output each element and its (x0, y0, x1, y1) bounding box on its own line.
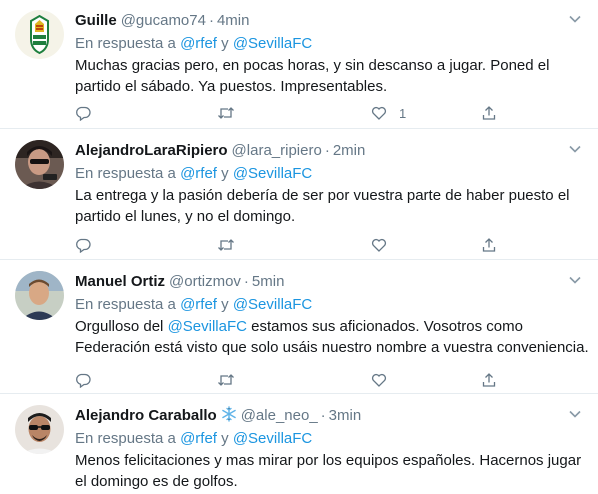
timestamp[interactable]: 4min (217, 12, 250, 29)
author-name[interactable]: Manuel Ortiz (75, 273, 165, 290)
tweet-text: Muchas gracias pero, en pocas horas, y s… (75, 55, 585, 97)
avatar[interactable] (15, 271, 64, 320)
like-count: 1 (399, 105, 407, 121)
tweet-text-line: Muchas gracias pero, en pocas horas, y s… (75, 57, 550, 74)
chevron-down-icon[interactable] (568, 407, 582, 421)
avatar[interactable] (15, 10, 64, 59)
tweet-text: Orgulloso del @SevillaFC estamos sus afi… (75, 316, 589, 358)
reply-button[interactable] (75, 235, 91, 255)
mention-link[interactable]: @SevillaFC (233, 430, 312, 447)
author-handle[interactable]: @lara_ripiero (232, 142, 322, 159)
tweet-text-line: partido el lunes, y no el domingo. (75, 208, 296, 225)
reply-prefix: En respuesta a (75, 296, 176, 313)
tweet[interactable]: Guille @gucamo74 · 4min En respuesta a @rfe… (0, 0, 598, 129)
avatar[interactable] (15, 140, 64, 189)
reply-icon (76, 106, 91, 121)
like-button[interactable] (371, 235, 399, 255)
tweet-actions (75, 235, 505, 255)
like-icon (371, 373, 387, 387)
separator-dot: · (208, 12, 214, 29)
tweet-text-line: La entrega y la pasión debería de ser po… (75, 187, 570, 204)
tweet[interactable]: Alejandro Caraballo @ale_neo_ · 3min En res… (0, 395, 598, 494)
timestamp[interactable]: 5min (252, 273, 285, 290)
author-handle[interactable]: @ortizmov (169, 273, 241, 290)
like-icon (371, 238, 387, 252)
chevron-down-icon[interactable] (568, 12, 582, 26)
avatar[interactable] (15, 405, 64, 454)
snowflake-icon (221, 406, 236, 422)
reply-context: En respuesta a @rfef y @SevillaFC (75, 429, 312, 449)
mention-link[interactable]: @rfef (180, 165, 217, 182)
share-button[interactable] (481, 235, 497, 255)
reply-context: En respuesta a @rfef y @SevillaFC (75, 295, 312, 315)
tweet-text-line: partido el sábado. Ya puestos. Impresent… (75, 78, 388, 95)
separator-dot: · (320, 407, 326, 424)
reply-icon (76, 373, 91, 388)
tweet-text: La entrega y la pasión debería de ser po… (75, 185, 585, 227)
mention-link[interactable]: @rfef (180, 430, 217, 447)
reply-conjunction: y (221, 165, 229, 182)
tweet-text-segment: estamos sus aficionados. Vosotros como (246, 318, 523, 335)
retweet-button[interactable] (217, 370, 235, 390)
retweet-button[interactable] (217, 103, 235, 123)
share-button[interactable] (481, 103, 497, 123)
tweet-text-segment: Orgulloso del (75, 318, 168, 335)
author-name[interactable]: Guille (75, 12, 117, 29)
mention-link[interactable]: @SevillaFC (233, 165, 312, 182)
tweet-text-line: Federación está visto que solo usáis nue… (75, 339, 589, 356)
retweet-button[interactable] (217, 235, 235, 255)
separator-dot: · (324, 142, 330, 159)
reply-prefix: En respuesta a (75, 430, 176, 447)
reply-conjunction: y (221, 296, 229, 313)
author-name[interactable]: AlejandroLaraRipiero (75, 142, 228, 159)
tweet[interactable]: Manuel Ortiz @ortizmov · 5min En respuesta … (0, 261, 598, 394)
reply-prefix: En respuesta a (75, 35, 176, 52)
reply-button[interactable] (75, 370, 91, 390)
mention-link[interactable]: @SevillaFC (168, 318, 247, 335)
reply-prefix: En respuesta a (75, 165, 176, 182)
author-handle[interactable]: @gucamo74 (121, 12, 206, 29)
tweet-text-line: Orgulloso del @SevillaFC estamos sus afi… (75, 316, 585, 337)
reply-context: En respuesta a @rfef y @SevillaFC (75, 34, 312, 54)
timestamp[interactable]: 2min (333, 142, 366, 159)
author-handle[interactable]: @ale_neo_ (241, 407, 318, 424)
like-button[interactable] (371, 370, 399, 390)
tweet-actions (75, 370, 505, 390)
separator-dot: · (243, 273, 249, 290)
mention-link[interactable]: @SevillaFC (233, 35, 312, 52)
retweet-icon (218, 107, 234, 119)
tweet-text-line: el domingo es de golfos. (75, 473, 238, 490)
reply-icon (76, 238, 91, 253)
mention-link[interactable]: @rfef (180, 296, 217, 313)
author-name[interactable]: Alejandro Caraballo (75, 407, 217, 424)
reply-conjunction: y (221, 35, 229, 52)
tweet-text: Menos felicitaciones y mas mirar por los… (75, 450, 585, 492)
share-icon (482, 106, 496, 120)
retweet-icon (218, 239, 234, 251)
tweet-actions: 1 (75, 103, 505, 123)
reply-button[interactable] (75, 103, 91, 123)
timestamp[interactable]: 3min (329, 407, 362, 424)
tweet-text-line: Menos felicitaciones y mas mirar por los… (75, 452, 582, 469)
chevron-down-icon[interactable] (568, 142, 582, 156)
tweet-feed: Guille @gucamo74 · 4min En respuesta a @rfe… (0, 0, 598, 494)
like-icon (371, 106, 387, 120)
mention-link[interactable]: @SevillaFC (233, 296, 312, 313)
chevron-down-icon[interactable] (568, 273, 582, 287)
retweet-icon (218, 374, 234, 386)
share-icon (482, 373, 496, 387)
reply-context: En respuesta a @rfef y @SevillaFC (75, 164, 312, 184)
like-button[interactable]: 1 (371, 103, 406, 123)
mention-link[interactable]: @rfef (180, 35, 217, 52)
share-button[interactable] (481, 370, 497, 390)
tweet[interactable]: AlejandroLaraRipiero @lara_ripiero · 2min E… (0, 130, 598, 260)
share-icon (482, 238, 496, 252)
reply-conjunction: y (221, 430, 229, 447)
